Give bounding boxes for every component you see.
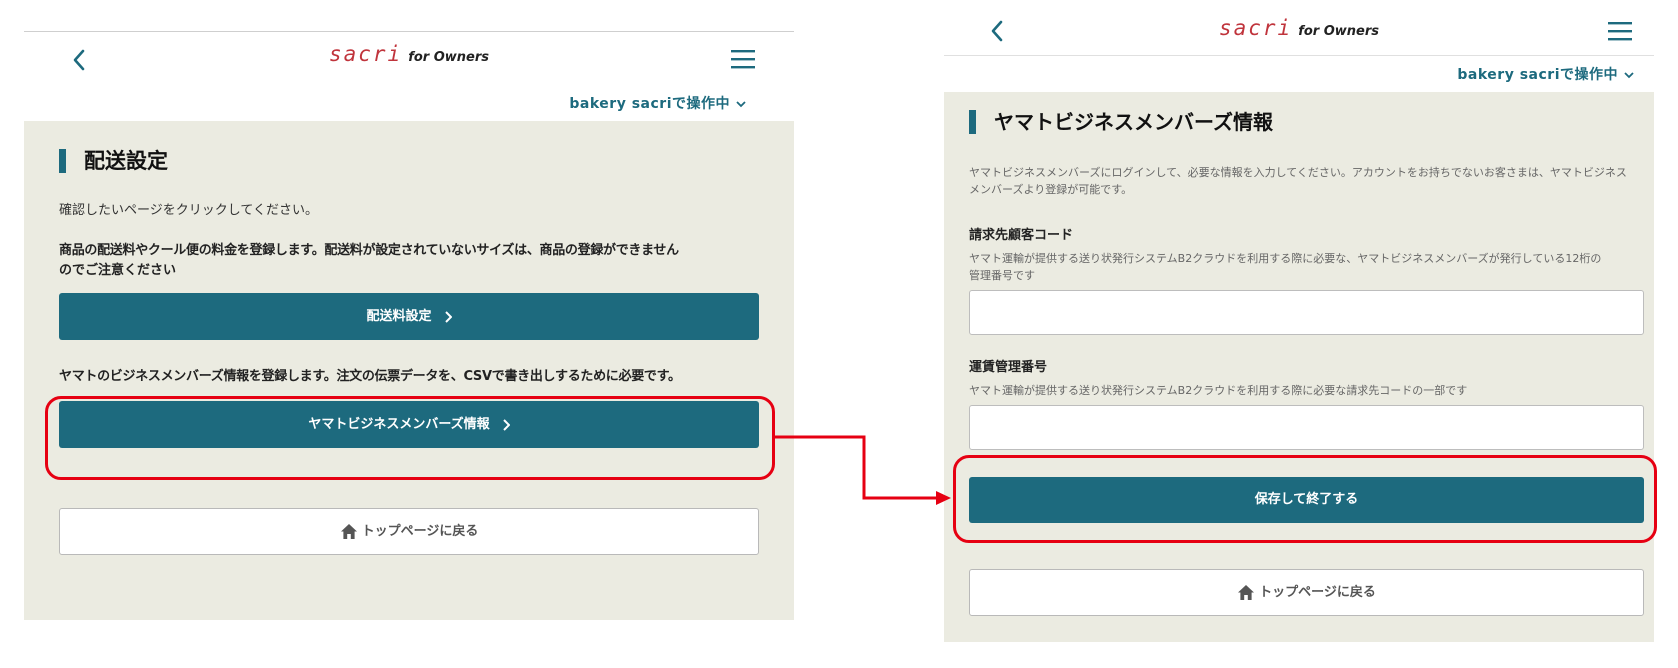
back-to-top-button[interactable]: トップページに戻る <box>59 508 759 555</box>
app-header: sacri for Owners <box>944 0 1654 56</box>
store-switcher-label: bakery sacriで操作中 <box>569 96 730 112</box>
description-line1: ヤマトビジネスメンバーズにログインして、必要な情報を入力してください。アカウント… <box>969 166 1627 179</box>
page-title: 配送設定 <box>59 149 168 173</box>
billing-customer-code-input[interactable] <box>969 290 1644 335</box>
app-logo: sacri for Owners <box>944 16 1654 40</box>
back-to-top-label: トップページに戻る <box>1259 585 1376 600</box>
page-title: ヤマトビジネスメンバーズ情報 <box>969 110 1273 134</box>
home-icon <box>1238 585 1255 600</box>
logo-subtitle: for Owners <box>1298 24 1380 39</box>
logo-brand-text: sacri <box>1218 16 1293 40</box>
home-icon <box>340 524 357 539</box>
app-logo: sacri for Owners <box>24 42 794 66</box>
field2-label: 運賃管理番号 <box>969 360 1048 375</box>
chevron-down-icon <box>1624 72 1634 79</box>
hamburger-menu-icon[interactable] <box>730 48 756 70</box>
shipping-fee-button[interactable]: 配送料設定 <box>59 293 759 340</box>
store-switcher-label: bakery sacriで操作中 <box>1457 67 1618 83</box>
shipping-note-line2: のでご注意ください <box>59 263 177 278</box>
app-header: sacri for Owners <box>24 31 794 85</box>
main-content: ヤマトビジネスメンバーズ情報 ヤマトビジネスメンバーズにログインして、必要な情報… <box>944 92 1654 642</box>
shipping-fee-button-label: 配送料設定 <box>366 309 432 324</box>
freight-management-number-input[interactable] <box>969 405 1644 450</box>
logo-brand-text: sacri <box>328 42 403 66</box>
highlight-frame-save-button <box>953 455 1657 543</box>
yamato-note: ヤマトのビジネスメンバーズ情報を登録します。注文の伝票データを、CSVで書き出し… <box>59 369 681 384</box>
store-bar: bakery sacriで操作中 <box>944 56 1654 92</box>
chevron-right-icon <box>444 310 452 323</box>
field1-help-line1: ヤマト運輸が提供する送り状発行システムB2クラウドを利用する際に必要な、ヤマトビ… <box>969 252 1602 265</box>
back-to-top-button[interactable]: トップページに戻る <box>969 569 1644 616</box>
instruction-text: 確認したいページをクリックしてください。 <box>59 203 318 218</box>
description-line2: メンバーズより登録が可能です。 <box>969 183 1133 196</box>
field2-help: ヤマト運輸が提供する送り状発行システムB2クラウドを利用する際に必要な請求先コー… <box>969 384 1468 397</box>
shipping-note-line1: 商品の配送料やクール便の料金を登録します。配送料が設定されていないサイズは、商品… <box>59 243 679 258</box>
back-to-top-label: トップページに戻る <box>361 524 479 539</box>
right-screen-yamato-info: sacri for Owners bakery sacriで操作中 ヤマトビジネス… <box>944 0 1654 642</box>
field1-help-line2: 管理番号です <box>969 269 1035 282</box>
store-bar: bakery sacriで操作中 <box>24 84 794 120</box>
logo-subtitle: for Owners <box>408 50 490 65</box>
main-content: 配送設定 確認したいページをクリックしてください。 商品の配送料やクール便の料金… <box>24 121 794 620</box>
highlight-frame-yamato-button <box>45 396 775 480</box>
field1-label: 請求先顧客コード <box>969 228 1074 243</box>
store-switcher[interactable]: bakery sacriで操作中 <box>569 93 746 113</box>
store-switcher[interactable]: bakery sacriで操作中 <box>1457 64 1634 84</box>
hamburger-menu-icon[interactable] <box>1607 20 1633 42</box>
chevron-down-icon <box>736 101 746 108</box>
left-screen-shipping-settings: sacri for Owners bakery sacriで操作中 配送設定 確認… <box>24 31 794 620</box>
